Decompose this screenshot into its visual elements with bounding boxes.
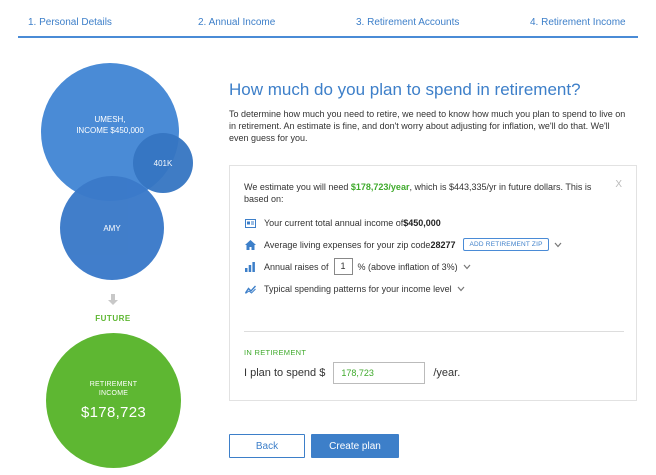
panel-divider: [244, 331, 624, 332]
spending-text: Typical spending patterns for your incom…: [264, 284, 452, 294]
amy-bubble: AMY: [60, 176, 164, 280]
spending-patterns-row: Typical spending patterns for your incom…: [244, 283, 465, 295]
progress-steps: 1. Personal Details 2. Annual Income 3. …: [18, 0, 638, 38]
add-retirement-zip-button[interactable]: ADD RETIREMENT ZIP: [463, 238, 549, 251]
retirement-label-line1: RETIREMENT: [89, 381, 138, 388]
living-expenses-row: Average living expenses for your zip cod…: [244, 238, 562, 251]
back-button[interactable]: Back: [229, 434, 305, 458]
retirement-label-line2: INCOME: [98, 390, 129, 397]
income-text: Your current total annual income of: [264, 218, 404, 228]
estimate-text: We estimate you will need $178,723/year,…: [244, 181, 614, 205]
close-icon[interactable]: X: [615, 179, 622, 190]
spend-amount-input[interactable]: 178,723: [333, 362, 426, 384]
estimate-amount: $178,723/year: [350, 182, 410, 192]
trend-line-icon: [244, 283, 256, 295]
raises-prefix: Annual raises of: [264, 261, 329, 272]
raises-row: Annual raises of 1 % (above inflation of…: [244, 258, 471, 275]
spend-suffix: /year.: [433, 367, 461, 379]
bar-chart-icon: [244, 261, 256, 273]
chevron-down-icon[interactable]: [463, 264, 471, 270]
intro-text: To determine how much you need to retire…: [229, 109, 626, 143]
estimate-panel: We estimate you will need $178,723/year,…: [229, 165, 637, 401]
chevron-down-icon[interactable]: [554, 242, 562, 248]
home-icon: [244, 239, 256, 251]
living-text: Average living expenses for your zip cod…: [264, 239, 431, 250]
income-value: $450,000: [403, 218, 441, 228]
step-retirement-accounts[interactable]: 3. Retirement Accounts: [356, 17, 459, 28]
future-label: FUTURE: [95, 314, 131, 323]
401k-bubble: 401K: [133, 133, 193, 193]
in-retirement-label: IN RETIREMENT: [244, 348, 307, 357]
spend-row: I plan to spend $ 178,723 /year.: [244, 362, 460, 384]
retirement-amount: $178,723: [81, 404, 146, 421]
umesh-name-label: UMESH,: [94, 115, 126, 124]
raises-suffix: % (above inflation of 3%): [357, 261, 458, 272]
retirement-income-bubble: RETIREMENT INCOME $178,723: [46, 333, 181, 468]
step-retirement-income[interactable]: 4. Retirement Income: [530, 17, 626, 28]
create-plan-button[interactable]: Create plan: [311, 434, 399, 458]
page-title: How much do you plan to spend in retirem…: [229, 80, 581, 99]
spend-prefix: I plan to spend $: [244, 367, 326, 379]
umesh-income-label: INCOME $450,000: [76, 126, 144, 135]
chevron-down-icon[interactable]: [457, 286, 465, 292]
step-personal-details[interactable]: 1. Personal Details: [28, 17, 112, 28]
amy-label: AMY: [103, 223, 121, 233]
step-annual-income[interactable]: 2. Annual Income: [198, 17, 275, 28]
income-row: Your current total annual income of $450…: [244, 217, 441, 229]
zip-value: 28277: [430, 239, 456, 250]
401k-label: 401K: [153, 158, 173, 168]
raises-input[interactable]: 1: [333, 258, 353, 275]
estimate-prefix: We estimate you will need: [244, 182, 351, 192]
arrow-down-icon: [108, 294, 118, 305]
id-card-icon: [244, 217, 256, 229]
